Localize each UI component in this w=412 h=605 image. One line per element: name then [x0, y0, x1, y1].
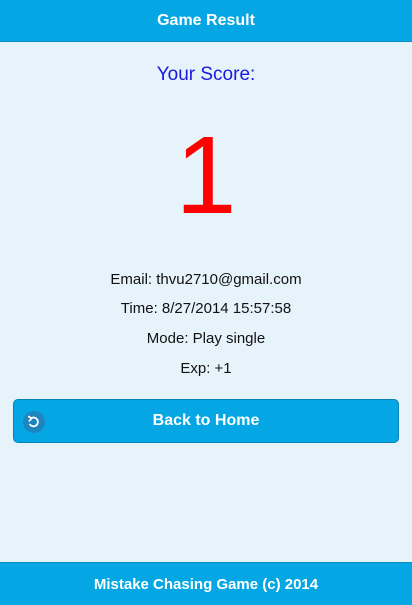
email-text: Email: thvu2710@gmail.com — [110, 271, 302, 288]
exp-text: Exp: +1 — [180, 360, 232, 377]
page-title: Game Result — [157, 11, 255, 29]
back-to-home-label: Back to Home — [152, 412, 260, 429]
footer-text: Mistake Chasing Game (c) 2014 — [93, 575, 319, 593]
page-header: Game Result — [0, 0, 412, 42]
page-footer: Mistake Chasing Game (c) 2014 — [0, 562, 412, 605]
score-value: 1 — [175, 114, 237, 237]
time-text: Time: 8/27/2014 15:57:58 — [120, 300, 292, 317]
back-to-home-button[interactable]: Back to Home — [13, 399, 399, 443]
undo-arrow-icon — [23, 411, 45, 433]
mode-text: Mode: Play single — [146, 330, 266, 347]
result-content: Your Score: 1 Email: thvu2710@gmail.com … — [0, 43, 412, 562]
score-label: Your Score: — [156, 64, 256, 85]
